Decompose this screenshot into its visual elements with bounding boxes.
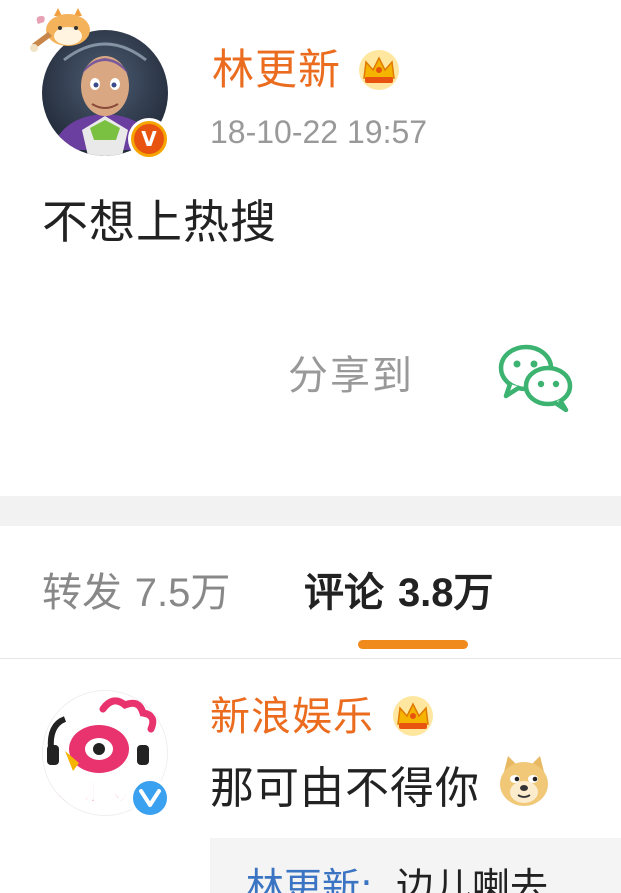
vip-verified-badge: V	[128, 118, 170, 160]
post-body-text: 不想上热搜	[42, 195, 277, 249]
active-tab-indicator	[358, 640, 468, 649]
share-to-label: 分享到	[288, 353, 414, 399]
comment-body-text: 那可由不得你	[210, 763, 480, 814]
post-timestamp: 18-10-22 19:57	[210, 114, 428, 150]
wechat-icon[interactable]	[496, 340, 576, 413]
doge-emoji-icon	[496, 754, 552, 810]
tabs-divider	[0, 658, 621, 659]
tab-comment-label: 评论	[304, 570, 384, 616]
tab-comment-count: 3.8万	[397, 571, 494, 615]
tab-repost[interactable]: 转发 7.5万	[42, 566, 230, 620]
tab-comment[interactable]: 评论 3.8万	[304, 566, 494, 620]
section-divider	[0, 496, 621, 526]
crown-icon	[390, 694, 436, 738]
post-author-name[interactable]: 林更新	[212, 42, 341, 98]
comment-author-name[interactable]: 新浪娱乐	[210, 690, 374, 744]
verified-icon	[130, 778, 170, 818]
reply-body-text: 边儿喇去	[396, 865, 549, 893]
tab-repost-count: 7.5万	[134, 571, 231, 615]
avatar-pendant-icon	[30, 6, 110, 66]
vip-badge-label: V	[134, 124, 164, 154]
crown-icon	[356, 48, 402, 92]
tab-repost-label: 转发	[42, 570, 122, 616]
reply-author-name[interactable]: 林更新:	[246, 862, 373, 893]
